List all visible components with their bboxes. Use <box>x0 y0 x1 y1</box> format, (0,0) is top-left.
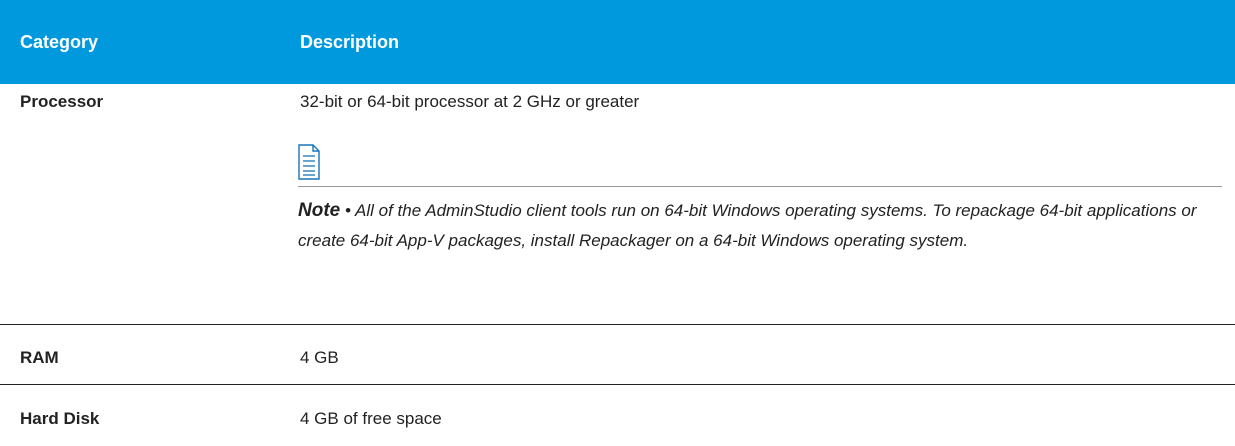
header-category: Category <box>20 32 99 52</box>
note-label: Note <box>298 200 341 221</box>
system-requirements-table: Category Description Processor 32-bit or… <box>0 0 1235 446</box>
note-separator: • <box>344 201 351 220</box>
note-block: Note • All of the AdminStudio client too… <box>298 196 1228 256</box>
row-processor-category: Processor <box>20 92 104 111</box>
note-rule <box>298 186 1222 187</box>
row-divider <box>0 324 1235 325</box>
row-divider <box>0 384 1235 385</box>
note-text: All of the AdminStudio client tools run … <box>298 201 1197 250</box>
note-document-icon <box>298 144 320 180</box>
header-description: Description <box>300 32 400 52</box>
row-hard-disk-description: 4 GB of free space <box>300 409 442 428</box>
row-ram-description: 4 GB <box>300 348 339 367</box>
table-header: Category Description <box>0 0 1235 84</box>
row-hard-disk-category: Hard Disk <box>20 409 100 428</box>
row-processor-description: 32-bit or 64-bit processor at 2 GHz or g… <box>300 92 640 111</box>
row-ram-category: RAM <box>20 348 59 367</box>
